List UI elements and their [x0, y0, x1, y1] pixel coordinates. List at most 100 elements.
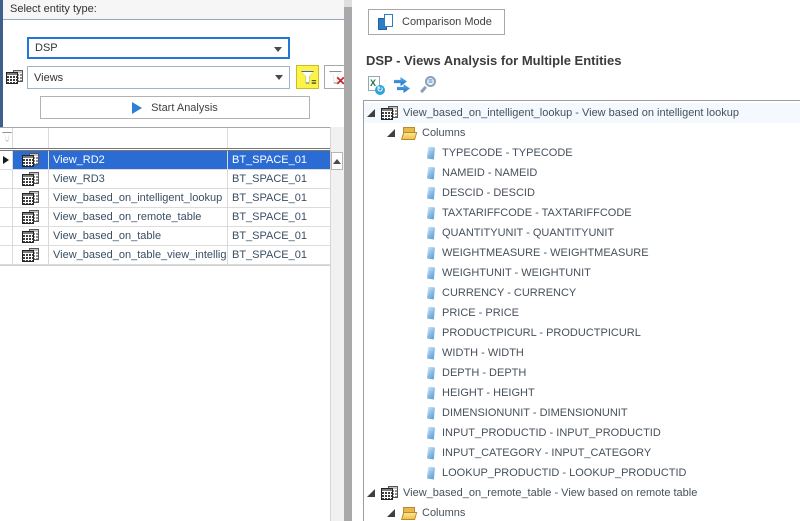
- copy-pages-icon: [378, 14, 394, 31]
- tree-node-column[interactable]: PRODUCTPICURL - PRODUCTPICURL: [364, 323, 800, 343]
- filter-button[interactable]: ≡: [296, 65, 319, 89]
- table-icon: [22, 191, 40, 205]
- grid-cell-space[interactable]: BT_SPACE_01: [228, 189, 330, 207]
- table-icon: [381, 486, 399, 500]
- table-row[interactable]: View_based_on_table_view_intelliger BT_S…: [0, 246, 330, 265]
- table-icon: [22, 153, 40, 167]
- expand-collapse-icon[interactable]: [387, 129, 395, 137]
- entity-grid: View_RD2 BT_SPACE_01 View_RD3 BT_SPACE_0…: [0, 127, 330, 266]
- grid-filter-gutter[interactable]: [0, 128, 13, 148]
- tree-node-view[interactable]: View_based_on_remote_table - View based …: [364, 483, 800, 503]
- expand-collapse-icon[interactable]: [387, 509, 395, 517]
- tree-node-label: LOOKUP_PRODUCTID - LOOKUP_PRODUCTID: [442, 467, 686, 479]
- splitter-cap: [344, 0, 352, 7]
- tree-node-column[interactable]: INPUT_CATEGORY - INPUT_CATEGORY: [364, 443, 800, 463]
- table-row[interactable]: View_based_on_table BT_SPACE_01: [0, 227, 330, 246]
- tree-node-column[interactable]: INPUT_PRODUCTID - INPUT_PRODUCTID: [364, 423, 800, 443]
- grid-cell-space[interactable]: BT_SPACE_01: [228, 246, 330, 264]
- tree-node-label: WEIGHTMEASURE - WEIGHTMEASURE: [442, 247, 649, 259]
- row-gutter[interactable]: [0, 189, 13, 207]
- column-icon: [427, 347, 435, 360]
- row-filter-icon[interactable]: [2, 132, 12, 141]
- table-row[interactable]: View_RD3 BT_SPACE_01: [0, 170, 330, 189]
- grid-cell-name[interactable]: View_based_on_intelligent_lookup: [49, 189, 228, 207]
- tree-node-column[interactable]: WIDTH - WIDTH: [364, 343, 800, 363]
- column-icon: [427, 327, 435, 340]
- entity-type-dropdown[interactable]: DSP: [27, 37, 290, 59]
- grid-cell-space[interactable]: BT_SPACE_01: [228, 208, 330, 226]
- row-gutter[interactable]: [0, 208, 13, 226]
- table-icon: [381, 106, 399, 120]
- tree-node-label: INPUT_PRODUCTID - INPUT_PRODUCTID: [442, 427, 661, 439]
- table-row[interactable]: View_based_on_remote_table BT_SPACE_01: [0, 208, 330, 227]
- row-gutter[interactable]: [0, 151, 13, 169]
- tree-node-folder[interactable]: Columns: [364, 503, 800, 521]
- grid-cell-space[interactable]: BT_SPACE_01: [228, 170, 330, 188]
- grid-cell-space[interactable]: BT_SPACE_01: [228, 227, 330, 245]
- chevron-down-icon[interactable]: [275, 75, 283, 80]
- row-icon-cell: [13, 208, 49, 226]
- play-icon: [132, 102, 142, 114]
- table-icon: [22, 229, 40, 243]
- table-row[interactable]: View_based_on_intelligent_lookup BT_SPAC…: [0, 189, 330, 208]
- tree-node-label: INPUT_CATEGORY - INPUT_CATEGORY: [442, 447, 651, 459]
- entity-grid-body: View_RD2 BT_SPACE_01 View_RD3 BT_SPACE_0…: [0, 151, 330, 265]
- run-arrows-icon[interactable]: [393, 76, 412, 95]
- tree-node-column[interactable]: WEIGHTMEASURE - WEIGHTMEASURE: [364, 243, 800, 263]
- grid-cell-name[interactable]: View_RD2: [49, 151, 228, 169]
- tree-node-label: TAXTARIFFCODE - TAXTARIFFCODE: [442, 207, 632, 219]
- grid-header-icon-col[interactable]: [13, 128, 49, 148]
- tree-node-column[interactable]: CURRENCY - CURRENCY: [364, 283, 800, 303]
- row-icon-cell: [13, 189, 49, 207]
- tree-node-folder[interactable]: Columns: [364, 123, 800, 143]
- scroll-up-icon: [333, 159, 341, 164]
- tree-node-label: Columns: [422, 507, 465, 519]
- tree-node-column[interactable]: HEIGHT - HEIGHT: [364, 383, 800, 403]
- grid-scrollbar-up-button[interactable]: [331, 152, 343, 170]
- grid-header-space-col[interactable]: [228, 128, 330, 148]
- grid-cell-name[interactable]: View_based_on_table_view_intelliger: [49, 246, 228, 264]
- tree-node-column[interactable]: LOOKUP_PRODUCTID - LOOKUP_PRODUCTID: [364, 463, 800, 483]
- row-gutter[interactable]: [0, 246, 13, 264]
- grid-scrollbar-track[interactable]: [330, 127, 344, 521]
- tree-node-column[interactable]: TYPECODE - TYPECODE: [364, 143, 800, 163]
- comparison-mode-button[interactable]: Comparison Mode: [368, 9, 505, 35]
- expand-collapse-icon[interactable]: [367, 109, 375, 117]
- column-icon: [427, 367, 435, 380]
- export-excel-icon[interactable]: X↻: [366, 76, 385, 95]
- open-folder-icon: [401, 507, 417, 520]
- tree-node-column[interactable]: TAXTARIFFCODE - TAXTARIFFCODE: [364, 203, 800, 223]
- tree-node-label: PRODUCTPICURL - PRODUCTPICURL: [442, 327, 641, 339]
- tree-node-column[interactable]: NAMEID - NAMEID: [364, 163, 800, 183]
- grid-header-row[interactable]: [0, 128, 330, 149]
- tree-node-column[interactable]: DIMENSIONUNIT - DIMENSIONUNIT: [364, 403, 800, 423]
- table-row[interactable]: View_RD2 BT_SPACE_01: [0, 151, 330, 170]
- grid-cell-name[interactable]: View_RD3: [49, 170, 228, 188]
- tree-node-column[interactable]: WEIGHTUNIT - WEIGHTUNIT: [364, 263, 800, 283]
- chevron-down-icon[interactable]: [274, 47, 282, 52]
- row-gutter[interactable]: [0, 170, 13, 188]
- grid-header-name-col[interactable]: [49, 128, 228, 148]
- tree-node-label: WIDTH - WIDTH: [442, 347, 524, 359]
- grid-cell-name[interactable]: View_based_on_table: [49, 227, 228, 245]
- table-icon: [6, 70, 24, 84]
- row-gutter[interactable]: [0, 227, 13, 245]
- analysis-tree-panel: View_based_on_intelligent_lookup - View …: [363, 100, 800, 521]
- start-analysis-button[interactable]: Start Analysis: [40, 96, 310, 119]
- tree-node-column[interactable]: PRICE - PRICE: [364, 303, 800, 323]
- tree-node-column[interactable]: DEPTH - DEPTH: [364, 363, 800, 383]
- tree-node-column[interactable]: QUANTITYUNIT - QUANTITYUNIT: [364, 223, 800, 243]
- column-icon: [427, 147, 435, 160]
- analysis-title: DSP - Views Analysis for Multiple Entiti…: [366, 53, 622, 68]
- grid-cell-space[interactable]: BT_SPACE_01: [228, 151, 330, 169]
- zoom-out-icon[interactable]: =: [420, 76, 439, 95]
- tree-node-view[interactable]: View_based_on_intelligent_lookup - View …: [364, 103, 800, 123]
- pane-splitter-scrollbar[interactable]: [344, 0, 352, 521]
- expand-collapse-icon[interactable]: [367, 489, 375, 497]
- application-window: Select entity type: DSP Views ≡ ✕ Start …: [0, 0, 800, 521]
- grid-cell-name[interactable]: View_based_on_remote_table: [49, 208, 228, 226]
- tree-node-column[interactable]: DESCID - DESCID: [364, 183, 800, 203]
- tree-node-label: NAMEID - NAMEID: [442, 167, 537, 179]
- column-icon: [427, 247, 435, 260]
- entity-dropdown[interactable]: Views: [27, 66, 290, 89]
